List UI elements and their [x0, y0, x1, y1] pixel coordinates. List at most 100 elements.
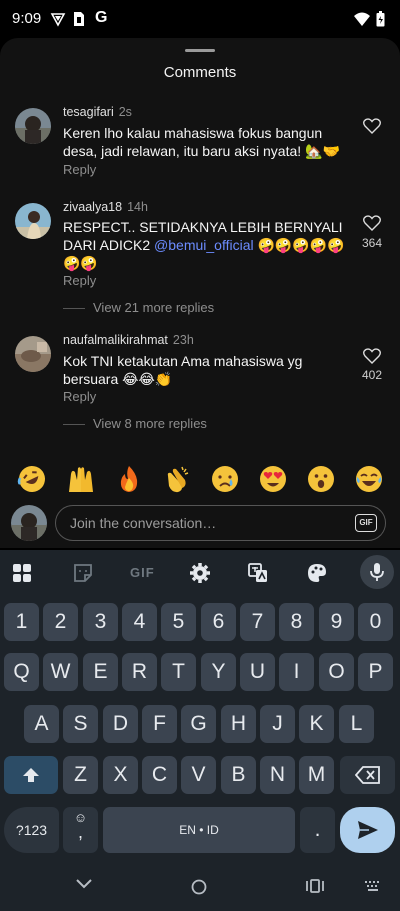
comment-composer: Join the conversation… GIF — [0, 500, 400, 548]
sticker-icon[interactable] — [72, 562, 94, 584]
send-enter-key[interactable] — [340, 807, 395, 853]
key-v[interactable]: V — [181, 756, 216, 794]
avatar[interactable] — [15, 336, 51, 372]
translate-icon[interactable] — [247, 562, 269, 584]
key-g[interactable]: G — [181, 705, 216, 743]
apps-grid-icon[interactable] — [11, 562, 33, 584]
fire-icon[interactable] — [114, 464, 144, 494]
space-key[interactable]: EN • ID — [103, 807, 295, 853]
recents-icon[interactable] — [306, 879, 324, 893]
key-c[interactable]: C — [142, 756, 177, 794]
wifi-icon — [354, 12, 370, 26]
period-key[interactable]: . — [300, 807, 335, 853]
key-p[interactable]: P — [358, 653, 393, 691]
heart-icon[interactable] — [363, 215, 381, 231]
avatar[interactable] — [15, 108, 51, 144]
reply-button[interactable]: Reply — [63, 273, 96, 288]
key-9[interactable]: 9 — [319, 603, 354, 641]
key-t[interactable]: T — [161, 653, 196, 691]
like-count: 364 — [361, 236, 383, 250]
keyboard-switch-icon[interactable] — [365, 881, 381, 891]
key-s[interactable]: S — [63, 705, 98, 743]
key-r[interactable]: R — [122, 653, 157, 691]
comment-time: 23h — [172, 333, 194, 347]
mention-link[interactable]: @bemui_official — [154, 237, 254, 253]
shift-key[interactable] — [4, 756, 58, 794]
home-icon[interactable] — [191, 879, 207, 895]
drag-handle[interactable] — [185, 49, 215, 52]
key-6[interactable]: 6 — [201, 603, 236, 641]
shield-icon — [50, 13, 66, 27]
heart-icon[interactable] — [363, 348, 381, 364]
comment-input-placeholder: Join the conversation… — [70, 515, 217, 531]
key-d[interactable]: D — [103, 705, 138, 743]
status-time: 9:09 — [12, 10, 42, 27]
view-more-replies[interactable]: View 8 more replies — [63, 416, 207, 431]
comment-input[interactable]: Join the conversation… GIF — [55, 505, 386, 541]
username[interactable]: naufalmalikirahmat — [63, 333, 168, 347]
username[interactable]: zivaalya18 — [63, 200, 122, 214]
reply-button[interactable]: Reply — [63, 162, 96, 177]
key-7[interactable]: 7 — [240, 603, 275, 641]
key-b[interactable]: B — [221, 756, 256, 794]
settings-gear-icon[interactable] — [189, 562, 211, 584]
key-u[interactable]: U — [240, 653, 275, 691]
emoji-comma-key[interactable]: ☺ , — [63, 807, 98, 853]
joy-emoji-icon[interactable] — [354, 464, 384, 494]
crying-emoji-icon[interactable] — [210, 464, 240, 494]
key-5[interactable]: 5 — [161, 603, 196, 641]
view-more-replies[interactable]: View 21 more replies — [63, 300, 214, 315]
key-m[interactable]: M — [299, 756, 334, 794]
avatar[interactable] — [15, 203, 51, 239]
key-3[interactable]: 3 — [83, 603, 118, 641]
clap-icon[interactable] — [162, 464, 192, 494]
comment-text: Kok TNI ketakutan Ama mahasiswa yg bersu… — [63, 353, 303, 387]
rofl-emoji-icon[interactable] — [17, 464, 47, 494]
avatar[interactable] — [11, 505, 47, 541]
heart-icon[interactable] — [363, 118, 381, 134]
voice-input-button[interactable] — [360, 555, 394, 589]
gif-button[interactable]: GIF — [355, 514, 377, 532]
gif-tab[interactable]: GIF — [130, 565, 155, 580]
backspace-key[interactable] — [340, 756, 395, 794]
emoji-quick-bar — [0, 458, 400, 500]
view-more-label[interactable]: View 21 more replies — [93, 300, 214, 315]
key-1[interactable]: 1 — [4, 603, 39, 641]
mic-icon — [370, 563, 384, 581]
chevron-down-icon[interactable] — [76, 879, 92, 889]
key-0[interactable]: 0 — [358, 603, 393, 641]
key-z[interactable]: Z — [63, 756, 98, 794]
key-i[interactable]: I — [279, 653, 314, 691]
key-x[interactable]: X — [103, 756, 138, 794]
comment-time: 14h — [127, 200, 148, 214]
key-j[interactable]: J — [260, 705, 295, 743]
comment-text: RESPECT.. SETIDAKNYA LEBIH BERNYALI DARI… — [63, 218, 353, 272]
keyboard: GIF 1 2 3 4 5 6 7 8 9 0 Q W E R T Y U I — [0, 550, 400, 861]
surprised-emoji-icon[interactable] — [306, 464, 336, 494]
key-o[interactable]: O — [319, 653, 354, 691]
key-w[interactable]: W — [43, 653, 78, 691]
key-2[interactable]: 2 — [43, 603, 78, 641]
reply-button[interactable]: Reply — [63, 389, 96, 404]
symbols-key[interactable]: ?123 — [4, 807, 59, 853]
key-a[interactable]: A — [24, 705, 59, 743]
key-n[interactable]: N — [260, 756, 295, 794]
key-q[interactable]: Q — [4, 653, 39, 691]
username[interactable]: tesagifari — [63, 105, 114, 119]
key-4[interactable]: 4 — [122, 603, 157, 641]
key-y[interactable]: Y — [201, 653, 236, 691]
theme-palette-icon[interactable] — [306, 562, 328, 584]
comment-author[interactable]: tesagifari 2s — [63, 105, 132, 119]
raising-hands-icon[interactable] — [66, 464, 96, 494]
comment-text: Keren lho kalau mahasiswa fokus bangun d… — [63, 125, 340, 159]
key-l[interactable]: L — [339, 705, 374, 743]
key-k[interactable]: K — [299, 705, 334, 743]
heart-eyes-emoji-icon[interactable] — [258, 464, 288, 494]
comment-author[interactable]: zivaalya18 14h — [63, 200, 148, 214]
key-h[interactable]: H — [221, 705, 256, 743]
comment-author[interactable]: naufalmalikirahmat 23h — [63, 333, 194, 347]
view-more-label[interactable]: View 8 more replies — [93, 416, 207, 431]
key-e[interactable]: E — [83, 653, 118, 691]
key-8[interactable]: 8 — [279, 603, 314, 641]
key-f[interactable]: F — [142, 705, 177, 743]
